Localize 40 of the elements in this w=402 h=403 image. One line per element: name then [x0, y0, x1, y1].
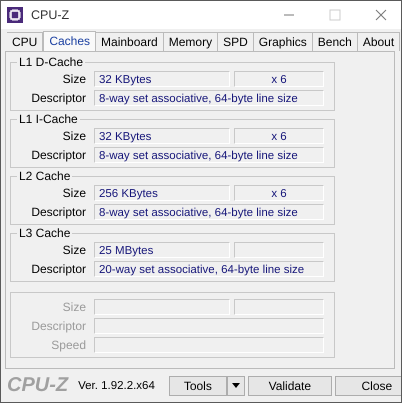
- value-field: 32 KBytes: [94, 128, 230, 144]
- field-label: Descriptor: [30, 90, 87, 104]
- logo: CPU-Z: [7, 374, 68, 397]
- value-field: 20-way set associative, 64-byte line size: [94, 260, 324, 276]
- field-label: Size: [62, 186, 87, 200]
- version-text: Ver. 1.92.2.x64: [78, 380, 155, 392]
- count-field: x 6: [234, 128, 324, 144]
- group-title: L3 Cache: [17, 226, 72, 240]
- field-label: Speed: [50, 338, 87, 352]
- field-label: Size: [62, 300, 87, 314]
- tab[interactable]: CPU: [7, 32, 44, 51]
- window-title: CPU-Z: [31, 8, 70, 22]
- field-label: Descriptor: [30, 318, 87, 332]
- tab[interactable]: Graphics: [254, 32, 313, 51]
- count-field: x 6: [234, 184, 324, 200]
- value-field: 256 KBytes: [94, 184, 230, 200]
- tab[interactable]: Caches: [43, 31, 96, 52]
- tab[interactable]: Mainboard: [96, 32, 164, 51]
- field-label: Size: [62, 242, 87, 256]
- count-field: x 6: [234, 70, 324, 86]
- group-title: L2 Cache: [17, 169, 72, 183]
- tab[interactable]: SPD: [218, 32, 254, 51]
- tab[interactable]: About: [358, 32, 400, 51]
- value-field: 32 KBytes: [94, 70, 230, 86]
- tools-button[interactable]: Tools: [168, 376, 227, 396]
- value-field: 25 MBytes: [94, 242, 230, 258]
- field-label: Size: [62, 72, 87, 86]
- field-label: Descriptor: [30, 262, 87, 276]
- tab[interactable]: Memory: [164, 32, 218, 51]
- field-label: Descriptor: [30, 148, 87, 162]
- field-label: Size: [62, 128, 87, 142]
- tab[interactable]: Bench: [312, 32, 358, 51]
- value-field: 8-way set associative, 64-byte line size: [94, 90, 324, 106]
- footer-button[interactable]: Close: [334, 376, 401, 396]
- group-title: L1 I-Cache: [17, 112, 80, 126]
- value-field: 8-way set associative, 64-byte line size: [94, 204, 324, 220]
- group-title: L1 D-Cache: [17, 55, 86, 69]
- footer-button[interactable]: Validate: [248, 376, 332, 396]
- value-field: 8-way set associative, 64-byte line size: [94, 146, 324, 162]
- field-label: Descriptor: [30, 204, 87, 218]
